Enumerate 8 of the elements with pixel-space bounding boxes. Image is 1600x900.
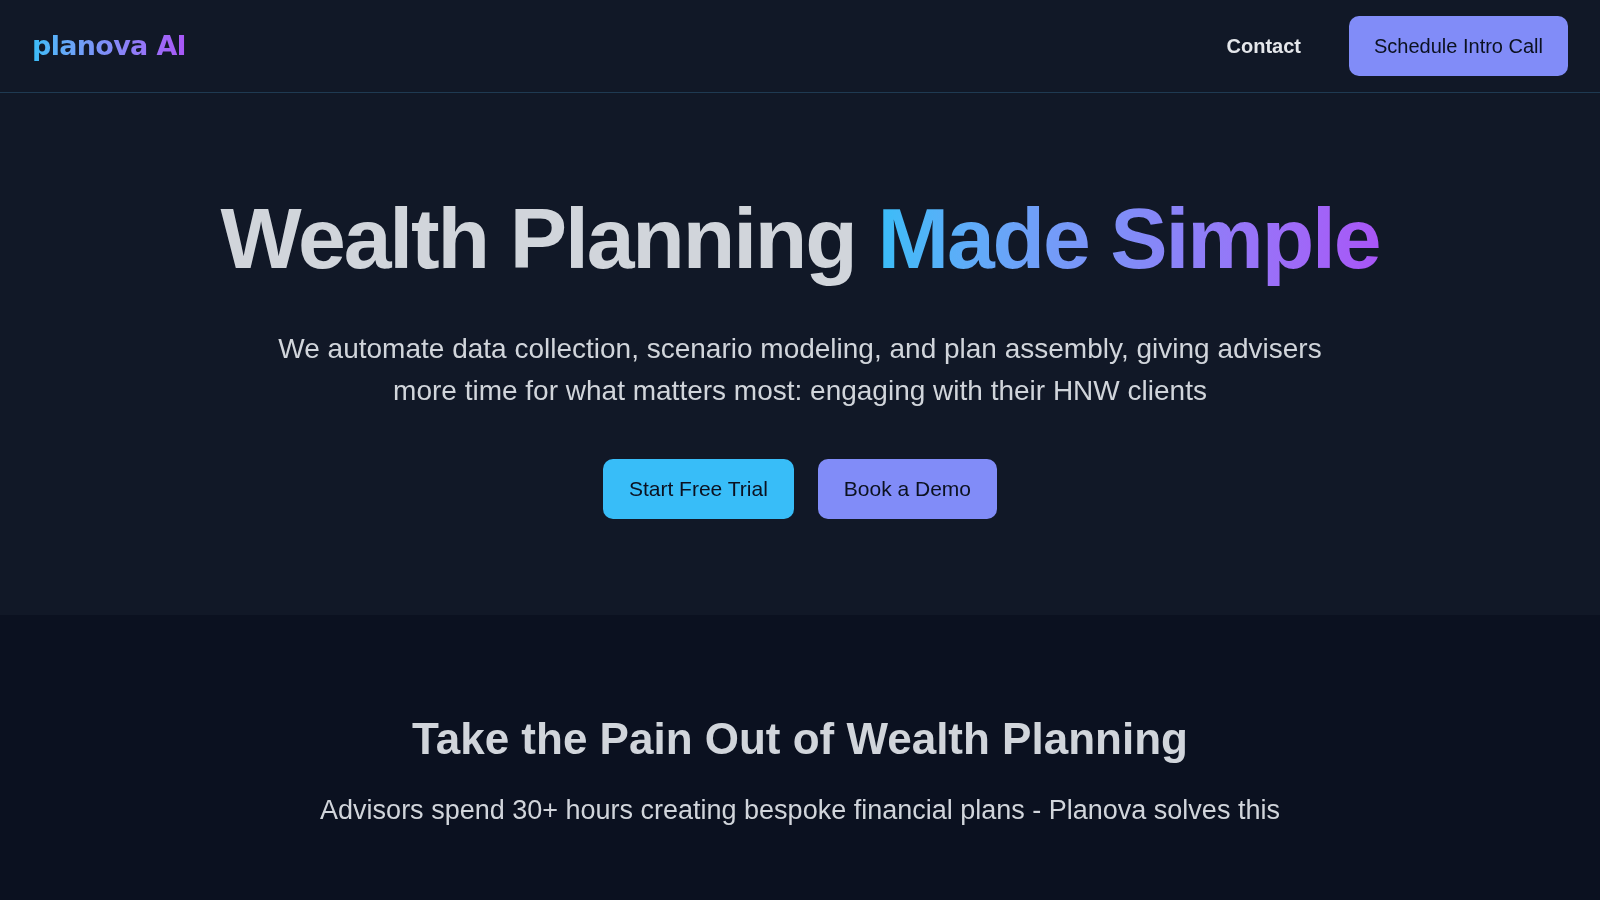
schedule-call-button[interactable]: Schedule Intro Call: [1349, 16, 1568, 76]
contact-link[interactable]: Contact: [1226, 31, 1301, 61]
section-heading: Take the Pain Out of Wealth Planning: [412, 713, 1188, 766]
book-demo-button[interactable]: Book a Demo: [817, 459, 998, 520]
hero-subtitle: We automate data collection, scenario modeling, and plan assembly, giving advisers more time for what matters most: engaging with their HNW clients: [277, 332, 1323, 409]
hero-headline: Wealth Planning Made Simple: [220, 189, 1380, 288]
start-trial-button[interactable]: Start Free Trial: [602, 459, 794, 520]
section-subtitle: Advisors spend 30+ hours creating bespoke financial plans - Planova solves this: [320, 794, 1280, 828]
